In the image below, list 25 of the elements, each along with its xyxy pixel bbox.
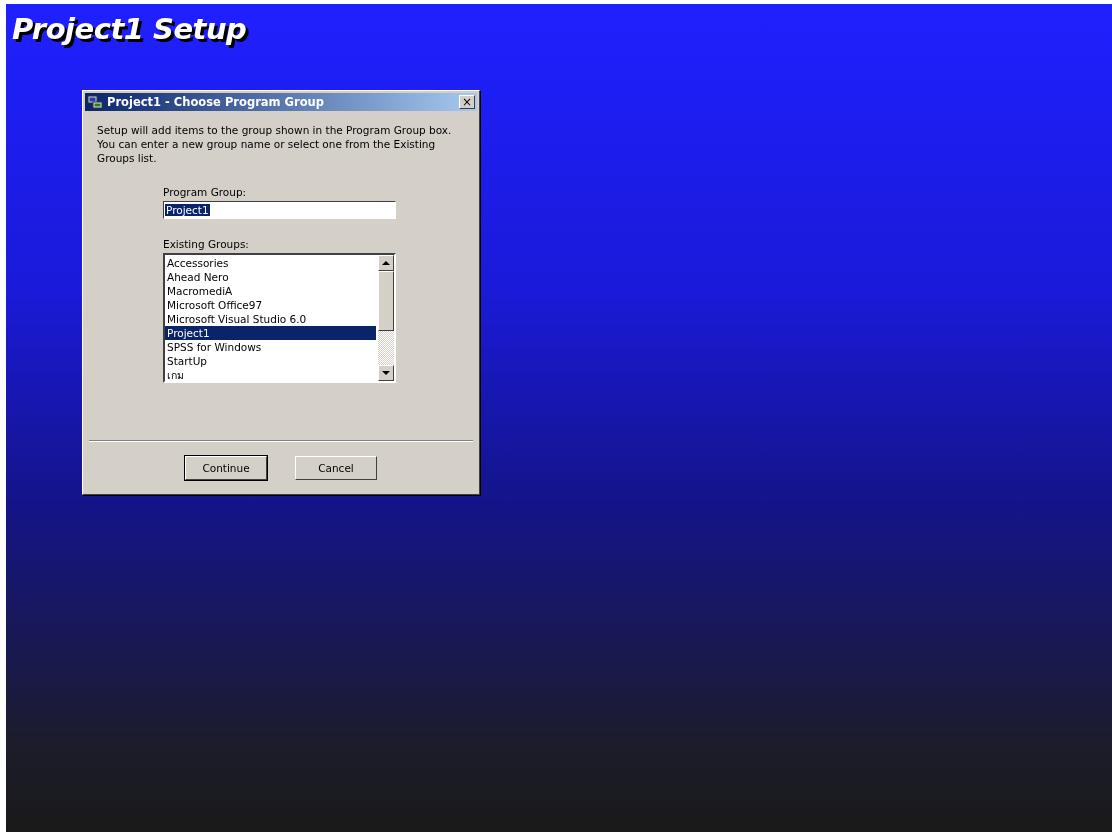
group-list-item[interactable]: เกม — [165, 368, 376, 382]
computer-icon — [87, 94, 103, 110]
scroll-down-button[interactable] — [378, 365, 394, 381]
group-list-item[interactable]: Ahead Nero — [165, 270, 376, 284]
group-list-item[interactable]: Project1 — [165, 326, 376, 340]
program-group-field[interactable]: Project1 — [163, 201, 396, 219]
program-group-label: Program Group: — [163, 186, 247, 198]
scrollbar[interactable] — [378, 255, 394, 381]
setup-title: Project1 Setup — [12, 12, 247, 46]
scroll-thumb[interactable] — [378, 271, 394, 331]
group-list-item[interactable]: Microsoft Office97 — [165, 298, 376, 312]
close-button[interactable]: × — [459, 95, 475, 109]
group-list-item[interactable]: Accessories — [165, 256, 376, 270]
dialog-button[interactable]: Cancel — [295, 456, 377, 480]
group-list-item[interactable]: MacromediA — [165, 284, 376, 298]
down-triangle-icon — [382, 371, 390, 375]
existing-groups-label: Existing Groups: — [163, 238, 249, 250]
intro-text: Setup will add items to the group shown in the Program Group box. You can enter a new group name or select one from the Existing Groups list. — [97, 123, 453, 165]
group-list-item[interactable]: Microsoft Visual Studio 6.0 — [165, 312, 376, 326]
dialog-button[interactable]: Continue — [185, 456, 267, 480]
group-list-item[interactable]: StartUp — [165, 354, 376, 368]
dialog-title: Project1 - Choose Program Group — [107, 95, 325, 109]
group-list-item[interactable]: SPSS for Windows — [165, 340, 376, 354]
scroll-up-button[interactable] — [378, 255, 394, 271]
up-triangle-icon — [382, 261, 390, 265]
